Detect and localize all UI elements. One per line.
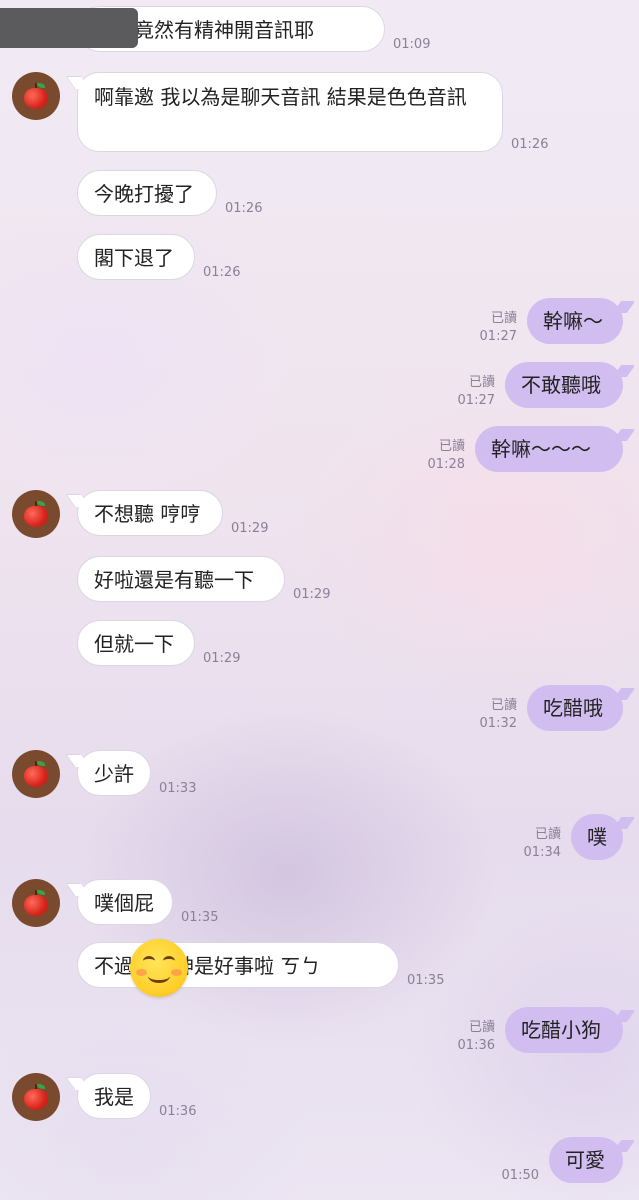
message-meta: 01:29	[203, 650, 240, 668]
message-text: 不敢聽哦	[521, 373, 601, 397]
message-time: 01:36	[457, 1038, 495, 1053]
read-receipt: 已讀	[438, 439, 465, 454]
message-text: 吃醋小狗	[521, 1018, 601, 1042]
apple-icon	[24, 890, 48, 916]
message-text: 噗個屁	[94, 891, 154, 915]
message-meta: 01:35	[407, 972, 444, 990]
message-meta: 01:29	[231, 520, 268, 538]
message-meta: 01:35	[181, 909, 218, 927]
message-text: 啊靠邀 我以為是聊天音訊 結果是色色音訊	[94, 85, 467, 109]
message-text: 今晚打擾了	[94, 182, 194, 206]
message-time: 01:35	[407, 973, 445, 988]
message-text: 少許	[94, 762, 134, 786]
message-bubble[interactable]: 少許	[77, 750, 151, 796]
message-bubble[interactable]: 啊靠邀 我以為是聊天音訊 結果是色色音訊	[77, 72, 503, 152]
message-meta: 01:26	[203, 264, 240, 282]
message-meta: 已讀 01:27	[458, 374, 495, 410]
message-bubble[interactable]: 可愛	[549, 1137, 623, 1183]
message-bubble[interactable]: 不敢聽哦	[505, 362, 623, 408]
contact-avatar[interactable]	[12, 490, 60, 538]
message-time: 01:29	[231, 521, 269, 536]
message-bubble[interactable]: 幹嘛～	[527, 298, 623, 344]
message-bubble[interactable]: 閣下退了	[77, 234, 195, 280]
message-time: 01:29	[293, 587, 331, 602]
read-receipt: 已讀	[468, 375, 495, 390]
message-text: 噗	[587, 825, 607, 849]
message-bubble[interactable]: 噗	[571, 814, 623, 860]
message-text: 可愛	[565, 1148, 605, 1172]
message-time: 01:26	[225, 201, 263, 216]
message-meta: 01:33	[159, 780, 196, 798]
message-bubble[interactable]: 今晚打擾了	[77, 170, 217, 216]
apple-icon	[24, 1084, 48, 1110]
message-meta: 01:50	[502, 1167, 539, 1185]
message-meta: 01:26	[511, 136, 548, 154]
message-text: 但就一下	[94, 632, 174, 656]
message-meta: 01:29	[293, 586, 330, 604]
read-receipt: 已讀	[534, 827, 561, 842]
message-bubble[interactable]: 吃醋哦	[527, 685, 623, 731]
read-receipt: 已讀	[490, 311, 517, 326]
message-bubble[interactable]: 不想聽 哼哼	[77, 490, 223, 536]
redaction-block	[0, 8, 138, 48]
message-bubble[interactable]: 吃醋小狗	[505, 1007, 623, 1053]
message-meta: 已讀 01:32	[480, 697, 517, 733]
message-meta: 01:26	[225, 200, 262, 218]
read-receipt: 已讀	[468, 1020, 495, 1035]
message-bubble[interactable]: 噗個屁	[77, 879, 173, 925]
message-text: 吃醋哦	[543, 696, 603, 720]
read-receipt: 已讀	[490, 698, 517, 713]
message-bubble[interactable]: 不過有精神是好事啦 ㄎㄅ	[77, 942, 399, 988]
message-time: 01:27	[457, 393, 495, 408]
message-time: 01:27	[479, 329, 517, 344]
message-time: 01:26	[511, 137, 549, 152]
message-text: 不過有精神是好事啦 ㄎㄅ	[94, 954, 321, 978]
message-bubble[interactable]: 幹嘛～～～	[475, 426, 623, 472]
contact-avatar[interactable]	[12, 750, 60, 798]
message-text: 幹嘛～	[543, 309, 603, 333]
smiling-face-emoji-icon	[130, 939, 188, 997]
message-time: 01:28	[427, 457, 465, 472]
message-time: 01:29	[203, 651, 241, 666]
message-time: 01:33	[159, 781, 197, 796]
message-meta: 已讀 01:27	[480, 310, 517, 346]
contact-avatar[interactable]	[12, 72, 60, 120]
message-time: 01:26	[203, 265, 241, 280]
apple-icon	[24, 83, 48, 109]
message-bubble[interactable]: 但就一下	[77, 620, 195, 666]
message-time: 01:32	[479, 716, 517, 731]
contact-avatar[interactable]	[12, 879, 60, 927]
message-meta: 已讀 01:34	[524, 826, 561, 862]
message-meta: 已讀 01:28	[428, 438, 465, 474]
message-text: 幹嘛～～～	[491, 437, 591, 461]
message-text: 不想聽 哼哼	[94, 502, 201, 526]
message-time: 01:50	[501, 1168, 539, 1183]
message-time: 01:35	[181, 910, 219, 925]
contact-avatar[interactable]	[12, 1073, 60, 1121]
message-time: 01:09	[393, 37, 431, 52]
apple-icon	[24, 501, 48, 527]
message-text: 閣下退了	[94, 246, 174, 270]
message-time: 01:34	[523, 845, 561, 860]
message-meta: 01:09	[393, 36, 430, 54]
message-bubble[interactable]: 好啦還是有聽一下	[77, 556, 285, 602]
message-text: 我是	[94, 1085, 134, 1109]
message-meta: 01:36	[159, 1103, 196, 1121]
chat-message-list[interactable]: 今天竟然有精神開音訊耶 01:09 啊靠邀 我以為是聊天音訊 結果是色色音訊 01:2…	[0, 0, 639, 1200]
message-meta: 已讀 01:36	[458, 1019, 495, 1055]
apple-icon	[24, 761, 48, 787]
message-text: 好啦還是有聽一下	[94, 568, 254, 592]
message-time: 01:36	[159, 1104, 197, 1119]
message-bubble[interactable]: 我是	[77, 1073, 151, 1119]
